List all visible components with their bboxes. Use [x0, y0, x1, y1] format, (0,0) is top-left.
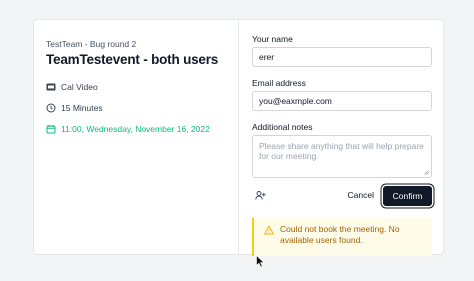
booking-card: TestTeam - Bug round 2 TeamTestevent - b…: [33, 19, 444, 256]
alert-message: Could not book the meeting. No available…: [280, 224, 400, 245]
email-value: you@eaxmple.com: [259, 96, 332, 106]
duration-label: 15 Minutes: [61, 102, 103, 113]
form-actions: Cancel Confirm: [252, 186, 432, 206]
cancel-button[interactable]: Cancel: [348, 190, 374, 200]
booking-form: Your name erer Email address you@eaxmple…: [252, 34, 432, 256]
datetime-row: 11:00, Wednesday, November 16, 2022: [46, 123, 231, 134]
event-meta: Cal Video 15 Minutes 11:00, Wednesday, N…: [46, 81, 231, 134]
calendar-icon: [46, 124, 56, 133]
team-name: TestTeam - Bug round 2: [46, 39, 137, 49]
name-value: erer: [259, 52, 275, 62]
event-details: TestTeam - Bug round 2 TeamTestevent - b…: [46, 39, 231, 144]
column-divider: [238, 20, 239, 254]
datetime-label: 11:00, Wednesday, November 16, 2022: [61, 123, 210, 134]
clock-icon: [46, 103, 56, 112]
notes-label: Additional notes: [252, 122, 313, 132]
notes-textarea[interactable]: Please share anything that will help pre…: [252, 135, 432, 178]
name-input[interactable]: erer: [252, 47, 432, 67]
notes-placeholder: Please share anything that will help pre…: [259, 141, 424, 161]
resize-grip-icon[interactable]: [424, 170, 429, 175]
add-guest-icon[interactable]: [255, 190, 266, 201]
event-title: TeamTestevent - both users: [46, 52, 219, 67]
duration-row: 15 Minutes: [46, 102, 231, 113]
location-row: Cal Video: [46, 81, 231, 92]
confirm-button[interactable]: Confirm: [383, 186, 432, 206]
warning-icon: [264, 225, 274, 235]
email-label: Email address: [252, 78, 306, 88]
email-input[interactable]: you@eaxmple.com: [252, 91, 432, 111]
name-label: Your name: [252, 34, 293, 44]
video-icon: [46, 83, 56, 90]
error-alert: Could not book the meeting. No available…: [252, 218, 432, 256]
mouse-cursor-icon: [256, 255, 265, 268]
location-label: Cal Video: [61, 81, 98, 92]
